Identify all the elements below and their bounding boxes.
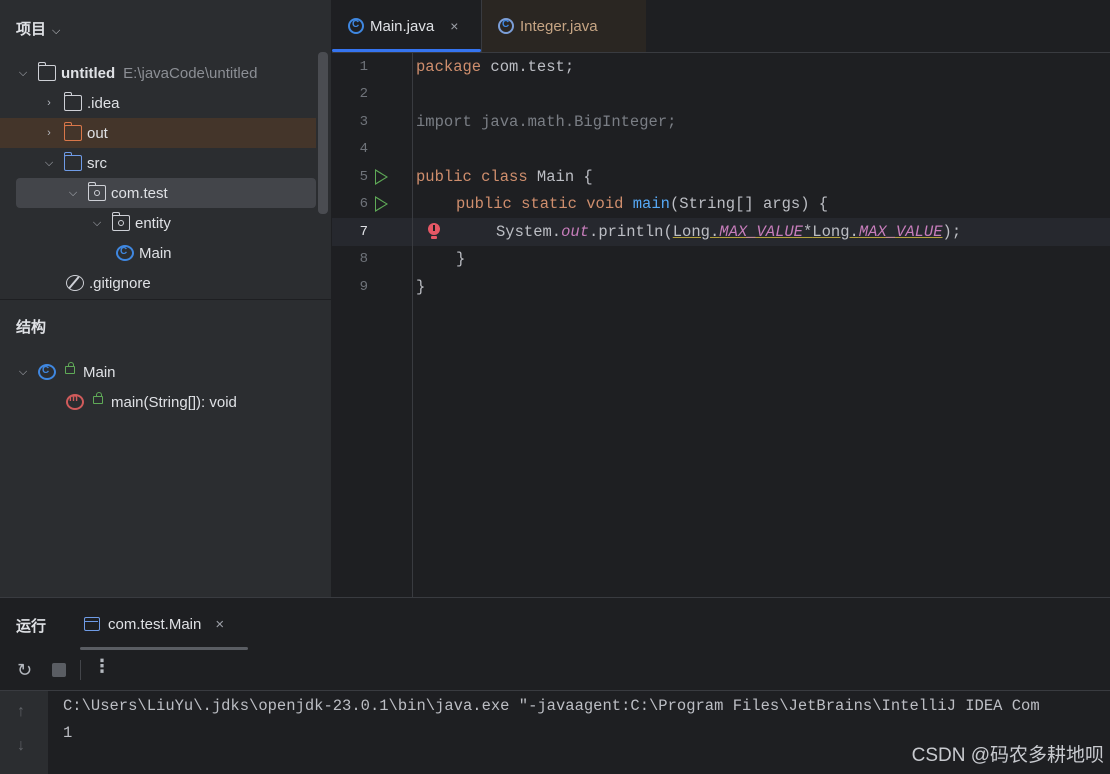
- tree-label: out: [87, 124, 108, 142]
- project-panel: 项目 ⌵ ⌵ untitled E:\javaCode\untitled › .i…: [0, 0, 332, 597]
- error-bulb-icon[interactable]: [427, 223, 441, 241]
- chevron-down-icon[interactable]: ⌵: [16, 366, 30, 379]
- code-line-9: }: [416, 278, 426, 296]
- code-line-5: public class Main {: [416, 168, 593, 186]
- rerun-icon[interactable]: ↻: [17, 661, 35, 679]
- project-panel-title: 项目: [16, 21, 47, 38]
- line-number: 8: [359, 251, 368, 267]
- tree-item-untitled[interactable]: ⌵ untitled E:\javaCode\untitled: [16, 58, 332, 88]
- tab-label: Integer.java: [520, 17, 598, 35]
- tree-label: com.test: [111, 184, 168, 202]
- scroll-up-icon[interactable]: ↑: [17, 703, 25, 721]
- chevron-down-icon[interactable]: ⌵: [16, 67, 30, 80]
- structure-label: Main: [83, 363, 116, 381]
- structure-panel-title: 结构: [16, 319, 47, 336]
- tab-label: Main.java: [370, 17, 435, 35]
- public-lock-icon: [65, 362, 75, 374]
- project-panel-header[interactable]: 项目 ⌵: [16, 18, 60, 39]
- code-line-1: package com.test;: [416, 58, 575, 76]
- line-number: 5: [359, 169, 368, 185]
- code-line-3: import java.math.BigInteger;: [416, 113, 677, 131]
- tree-label: src: [87, 154, 107, 172]
- stop-icon[interactable]: [52, 663, 66, 677]
- console-line: 1: [63, 724, 73, 742]
- run-toolbar: ↻ ⋮: [0, 650, 1110, 691]
- tree-label: entity: [135, 214, 171, 232]
- line-number: 3: [359, 114, 368, 130]
- ignored-file-icon: [66, 275, 84, 291]
- tree-item-com-test[interactable]: ⌵ com.test: [16, 178, 316, 208]
- class-icon: [348, 18, 364, 34]
- structure-item-main-method[interactable]: main(String[]): void: [58, 387, 374, 417]
- line-number: 1: [359, 59, 368, 75]
- chevron-down-icon[interactable]: ⌵: [52, 25, 60, 37]
- close-icon[interactable]: ×: [215, 616, 224, 633]
- method-icon: [66, 393, 84, 410]
- watermark: CSDN @码农多耕地呗: [911, 745, 1104, 766]
- structure-item-main-class[interactable]: ⌵ Main: [16, 357, 332, 387]
- line-number: 4: [359, 141, 368, 157]
- project-scrollbar[interactable]: [318, 52, 328, 214]
- code-line-8: }: [456, 250, 466, 268]
- close-icon[interactable]: ×: [450, 18, 458, 34]
- console-icon: [84, 617, 100, 631]
- line-number: 9: [359, 279, 368, 295]
- module-folder-icon: [37, 62, 56, 81]
- scroll-down-icon[interactable]: ↓: [17, 737, 25, 755]
- run-tab-com-test-main[interactable]: com.test.Main ×: [80, 598, 248, 650]
- project-path: E:\javaCode\untitled: [123, 64, 258, 82]
- tree-item-out[interactable]: › out: [0, 118, 316, 148]
- console-line: C:\Users\LiuYu\.jdks\openjdk-23.0.1\bin\…: [63, 697, 1040, 715]
- public-lock-icon: [93, 392, 103, 404]
- chevron-down-icon[interactable]: ⌵: [90, 217, 104, 230]
- console-side-toolbar: ↑ ↓: [0, 691, 48, 774]
- code-line-6: public static void main(String[] args) {: [456, 195, 829, 213]
- panel-divider[interactable]: [0, 299, 331, 300]
- class-icon: [38, 364, 56, 380]
- line-number: 2: [359, 86, 368, 102]
- run-panel-title: 运行: [16, 618, 47, 635]
- folder-icon: [63, 92, 82, 111]
- chevron-down-icon[interactable]: ⌵: [66, 187, 80, 200]
- gutter-divider: [412, 53, 413, 597]
- package-icon: [87, 182, 106, 201]
- package-icon: [111, 212, 130, 231]
- excluded-folder-icon: [63, 122, 82, 141]
- class-icon: [498, 18, 514, 34]
- editor-tab-bar: Main.java × Integer.java: [332, 0, 1110, 53]
- run-class-icon[interactable]: [375, 169, 388, 185]
- more-options-icon[interactable]: ⋮: [93, 656, 111, 677]
- tab-integer-java[interactable]: Integer.java: [481, 0, 646, 52]
- toolbar-separator: [80, 660, 81, 680]
- code-editor[interactable]: 1 2 3 4 5 6 7 8 9 package com.test; impo…: [332, 53, 1110, 597]
- structure-label: main(String[]): void: [111, 393, 237, 411]
- run-tab-label: com.test.Main: [108, 615, 202, 633]
- tree-label: Main: [139, 244, 172, 262]
- code-line-7: System.out.println(Long.MAX_VALUE*Long.M…: [496, 223, 962, 241]
- chevron-right-icon[interactable]: ›: [42, 97, 56, 109]
- tree-item-idea[interactable]: › .idea: [42, 88, 358, 118]
- tab-main-java[interactable]: Main.java ×: [332, 0, 481, 52]
- tree-label: .idea: [87, 94, 120, 112]
- class-icon: [116, 245, 134, 261]
- run-method-icon[interactable]: [375, 196, 388, 212]
- chevron-down-icon[interactable]: ⌵: [42, 157, 56, 170]
- run-tool-window-header: 运行 com.test.Main ×: [0, 597, 1110, 650]
- tree-item-src[interactable]: ⌵ src: [42, 148, 358, 178]
- tree-label: .gitignore: [89, 274, 151, 292]
- source-folder-icon: [63, 152, 82, 171]
- chevron-right-icon[interactable]: ›: [42, 127, 56, 139]
- line-number: 6: [359, 196, 368, 212]
- tree-label: untitled: [61, 64, 116, 82]
- tree-item-gitignore[interactable]: .gitignore: [58, 268, 374, 298]
- line-number: 7: [359, 224, 368, 240]
